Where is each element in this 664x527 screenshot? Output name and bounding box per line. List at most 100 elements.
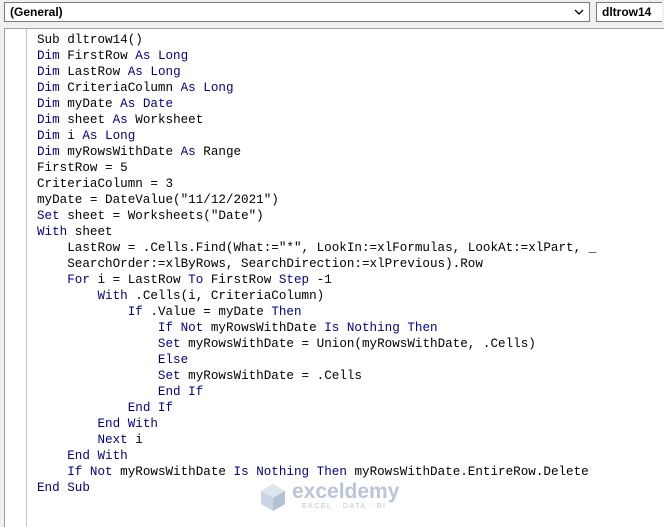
code-line[interactable]: Dim LastRow As Long — [37, 64, 596, 80]
code-token: LastRow — [59, 65, 128, 79]
exceldemy-logo-icon — [261, 484, 285, 511]
keyword-token: Set — [157, 369, 181, 383]
code-token: myRowsWithDate — [112, 465, 234, 479]
code-line[interactable]: myDate = DateValue("11/12/2021") — [37, 192, 596, 208]
margin-indicator-bar[interactable] — [5, 29, 27, 527]
keyword-token: Then — [271, 305, 302, 319]
code-token: sheet = Worksheets("Date") — [59, 209, 264, 223]
keyword-token: End With — [67, 449, 128, 463]
code-token: Sub dltrow14() — [37, 33, 143, 47]
exceldemy-watermark: exceldemy EXCEL · DATA · BI — [258, 480, 408, 514]
keyword-token: Dim — [37, 97, 60, 111]
code-line[interactable]: Set myRowsWithDate = .Cells — [37, 368, 596, 384]
keyword-token: Set — [37, 209, 60, 223]
code-line[interactable]: Dim CriteriaColumn As Long — [37, 80, 596, 96]
keyword-token: With — [37, 225, 68, 239]
code-line[interactable]: End With — [37, 416, 596, 432]
code-line[interactable]: CriteriaColumn = 3 — [37, 176, 596, 192]
code-token: FirstRow — [59, 49, 136, 63]
code-line[interactable]: If Not myRowsWithDate Is Nothing Then my… — [37, 464, 596, 480]
procedure-dropdown-value: dltrow14 — [602, 5, 652, 19]
keyword-token: Next — [97, 433, 128, 447]
keyword-token: Dim — [37, 145, 60, 159]
code-line[interactable]: Else — [37, 352, 596, 368]
keyword-token: Is Nothing Then — [324, 321, 438, 335]
keyword-token: As Long — [82, 129, 136, 143]
code-line[interactable]: Set sheet = Worksheets("Date") — [37, 208, 596, 224]
code-token: FirstRow = 5 — [37, 161, 128, 175]
code-line[interactable]: Dim sheet As Worksheet — [37, 112, 596, 128]
code-token: sheet — [67, 225, 113, 239]
code-token: .Cells(i, CriteriaColumn) — [127, 289, 325, 303]
chevron-down-icon[interactable] — [571, 4, 587, 20]
keyword-token: As Long — [127, 65, 181, 79]
code-line[interactable]: Dim i As Long — [37, 128, 596, 144]
code-token: myRowsWithDate = .Cells — [180, 369, 362, 383]
code-line[interactable]: End If — [37, 384, 596, 400]
keyword-token: As — [180, 145, 196, 159]
code-token: sheet — [59, 113, 113, 127]
code-line[interactable]: For i = LastRow To FirstRow Step -1 — [37, 272, 596, 288]
code-editor[interactable]: Sub dltrow14() Dim FirstRow As Long Dim La… — [4, 28, 664, 527]
object-dropdown[interactable]: (General) — [4, 2, 590, 22]
keyword-token: As Date — [120, 97, 174, 111]
code-line[interactable]: SearchOrder:=xlByRows, SearchDirection:=… — [37, 256, 596, 272]
code-line[interactable]: Next i — [37, 432, 596, 448]
code-line[interactable]: With sheet — [37, 224, 596, 240]
code-line[interactable]: With .Cells(i, CriteriaColumn) — [37, 288, 596, 304]
code-token: myRowsWithDate.EntireRow.Delete — [346, 465, 589, 479]
keyword-token: If Not — [157, 321, 204, 335]
procedure-dropdown[interactable]: dltrow14 — [596, 2, 662, 22]
code-token: myRowsWithDate — [203, 321, 325, 335]
keyword-token: As — [112, 113, 128, 127]
code-window-toolbar: (General) dltrow14 — [0, 0, 664, 26]
keyword-token: If Not — [67, 465, 113, 479]
keyword-token: End If — [127, 401, 174, 415]
code-line[interactable]: Set myRowsWithDate = Union(myRowsWithDat… — [37, 336, 596, 352]
keyword-token: Dim — [37, 49, 60, 63]
code-line[interactable]: Dim myDate As Date — [37, 96, 596, 112]
code-line[interactable]: End If — [37, 400, 596, 416]
keyword-token: Dim — [37, 113, 60, 127]
code-token: LastRow = .Cells.Find(What:="*", LookIn:… — [37, 241, 597, 255]
keyword-token: End With — [97, 417, 158, 431]
keyword-token: Set — [157, 337, 181, 351]
keyword-token: As Long — [135, 49, 189, 63]
keyword-token: If — [127, 305, 143, 319]
keyword-token: Step — [278, 273, 310, 287]
code-token: FirstRow — [203, 273, 279, 287]
code-token: myDate — [59, 97, 121, 111]
keyword-token: Is Nothing Then — [233, 465, 347, 479]
code-token: Worksheet — [127, 113, 204, 127]
code-line[interactable]: FirstRow = 5 — [37, 160, 596, 176]
keyword-token: Dim — [37, 81, 60, 95]
code-line[interactable]: LastRow = .Cells.Find(What:="*", LookIn:… — [37, 240, 596, 256]
code-line[interactable]: Dim FirstRow As Long — [37, 48, 596, 64]
watermark-name: exceldemy — [292, 480, 400, 503]
code-line[interactable]: If Not myRowsWithDate Is Nothing Then — [37, 320, 596, 336]
keyword-token: For — [67, 273, 90, 287]
code-line[interactable]: Sub dltrow14() — [37, 32, 596, 48]
code-token: Range — [195, 145, 242, 159]
code-line[interactable]: End With — [37, 448, 596, 464]
keyword-token: Dim — [37, 129, 60, 143]
object-dropdown-value: (General) — [10, 5, 63, 19]
code-line[interactable]: If .Value = myDate Then — [37, 304, 596, 320]
keyword-token: Else — [157, 353, 189, 367]
keyword-token: To — [188, 273, 204, 287]
code-token: i = LastRow — [89, 273, 189, 287]
code-text[interactable]: Sub dltrow14() Dim FirstRow As Long Dim La… — [37, 32, 596, 496]
code-line[interactable]: Dim myRowsWithDate As Range — [37, 144, 596, 160]
code-token: i — [127, 433, 143, 447]
